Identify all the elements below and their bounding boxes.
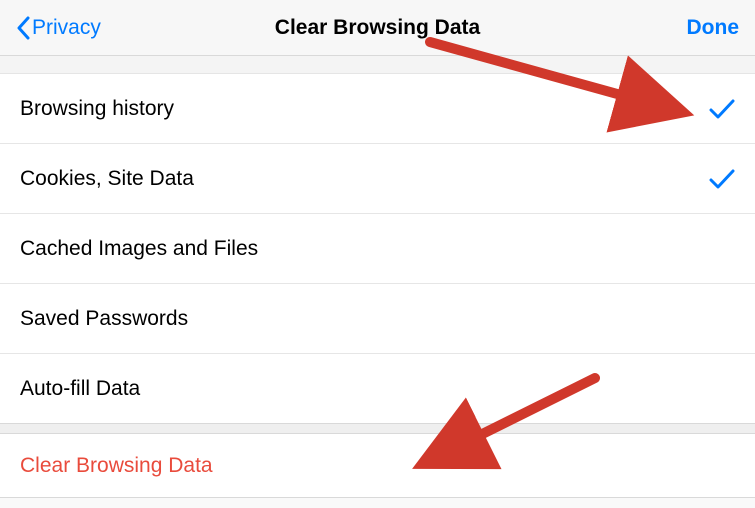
option-autofill[interactable]: Auto-fill Data	[0, 354, 755, 424]
option-label: Auto-fill Data	[20, 377, 140, 401]
option-label: Cached Images and Files	[20, 237, 258, 261]
back-label: Privacy	[32, 16, 101, 40]
checkmark-icon	[709, 98, 735, 120]
option-browsing-history[interactable]: Browsing history	[0, 74, 755, 144]
page-title: Clear Browsing Data	[0, 16, 755, 40]
option-label: Browsing history	[20, 97, 174, 121]
clear-browsing-data-button[interactable]: Clear Browsing Data	[0, 434, 755, 498]
back-button[interactable]: Privacy	[16, 16, 101, 40]
section-spacer	[0, 56, 755, 74]
option-cookies[interactable]: Cookies, Site Data	[0, 144, 755, 214]
checkmark-icon	[709, 168, 735, 190]
chevron-left-icon	[16, 16, 30, 40]
option-label: Cookies, Site Data	[20, 167, 194, 191]
options-list: Browsing history Cookies, Site Data Cach…	[0, 74, 755, 424]
option-cached-images[interactable]: Cached Images and Files	[0, 214, 755, 284]
done-button[interactable]: Done	[687, 16, 740, 40]
section-spacer	[0, 424, 755, 434]
nav-header: Privacy Clear Browsing Data Done	[0, 0, 755, 56]
option-saved-passwords[interactable]: Saved Passwords	[0, 284, 755, 354]
action-label: Clear Browsing Data	[20, 454, 213, 478]
option-label: Saved Passwords	[20, 307, 188, 331]
